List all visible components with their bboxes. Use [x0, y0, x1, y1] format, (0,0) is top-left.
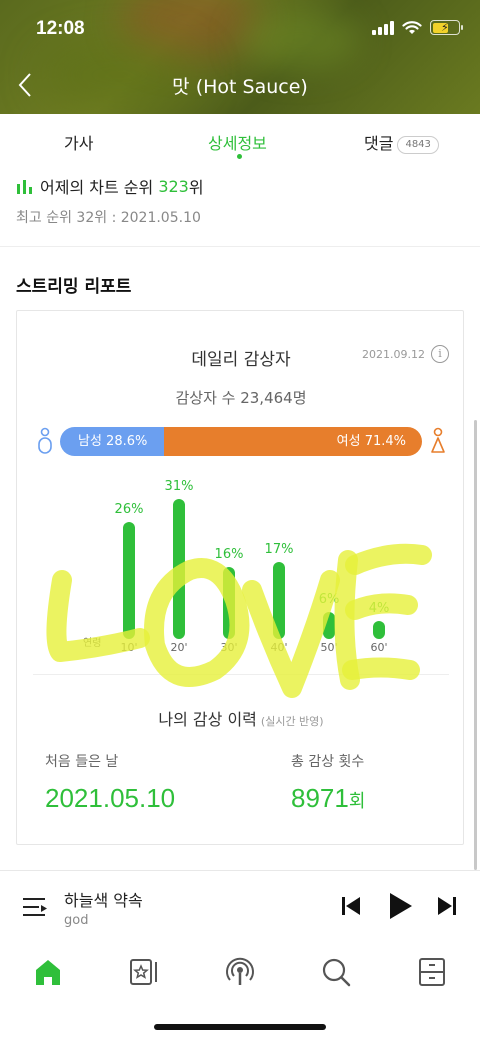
battery-icon: ⚡ [430, 20, 463, 35]
age-bar [173, 499, 185, 639]
age-pct-label: 6% [318, 591, 340, 607]
male-icon [38, 427, 52, 454]
chart-rank-label: 어제의 차트 순위 [40, 178, 154, 197]
tab-bar: 가사 상세정보 댓글 4843 [0, 114, 480, 166]
age-axis-label: 연령 [83, 638, 102, 649]
male-segment: 남성 28.6% [60, 427, 164, 456]
age-group-label: 40' [270, 641, 288, 654]
age-bar [373, 620, 385, 639]
wifi-icon [402, 20, 422, 34]
age-group-label: 60' [370, 641, 388, 654]
divider [0, 246, 480, 247]
playlist-icon[interactable] [22, 895, 48, 919]
search-icon[interactable] [318, 954, 354, 990]
play-icon[interactable] [386, 891, 414, 921]
status-time: 12:08 [36, 18, 85, 39]
mini-player[interactable]: 하늘색 약속 god [0, 870, 480, 942]
home-indicator [154, 1024, 326, 1030]
listener-count: 감상자 수 23,464명 [175, 389, 307, 407]
chart-rank-suffix: 위 [188, 178, 204, 197]
report-date: 2021.09.12 [362, 348, 425, 361]
page-title: 맛 (Hot Sauce) [172, 76, 308, 98]
library-icon[interactable] [126, 954, 162, 990]
history-title: 나의 감상 이력 (실시간 반영) [17, 706, 465, 730]
section-title: 스트리밍 리포트 [16, 277, 132, 297]
info-icon[interactable]: i [431, 345, 449, 363]
total-count-value: 8971회 [291, 783, 365, 814]
tab-comments[interactable]: 댓글 4843 [364, 130, 439, 154]
first-listen-label: 처음 들은 날 [45, 754, 119, 770]
age-group-label: 30' [220, 641, 238, 654]
tab-label: 댓글 [364, 134, 394, 153]
status-bar: 12:08 ⚡ [0, 0, 480, 58]
tab-label: 상세정보 [208, 134, 267, 153]
chart-rank-value: 323 [158, 176, 189, 196]
female-icon [431, 427, 445, 453]
tab-label: 가사 [64, 134, 94, 153]
storage-icon[interactable] [414, 954, 450, 990]
previous-icon[interactable] [340, 895, 362, 917]
gender-bar: 남성 28.6% 여성 71.4% [60, 427, 422, 456]
player-track-title: 하늘색 약속 [64, 891, 143, 910]
age-bar [323, 611, 335, 639]
age-bar-chart: 연령 26% 10' 31% 20' 16% 30' 17% 40' 6% 50' 4% 60' [17, 471, 465, 671]
age-group-label: 50' [320, 641, 338, 654]
age-pct-label: 17% [264, 542, 294, 558]
streaming-report-card: 데일리 감상자 2021.09.12 i 감상자 수 23,464명 남성 28… [16, 310, 464, 845]
female-segment: 여성 71.4% [163, 427, 422, 456]
active-tab-indicator [237, 154, 242, 159]
total-count-number: 8971 [291, 783, 349, 813]
divider [33, 674, 449, 675]
total-count-label: 총 감상 횟수 [291, 754, 365, 770]
age-bar [223, 566, 235, 639]
best-rank: 최고 순위 32위 : 2021.05.10 [16, 210, 201, 226]
age-pct-label: 4% [368, 600, 390, 616]
history-subtitle: (실시간 반영) [260, 715, 324, 728]
home-icon[interactable] [30, 954, 66, 990]
age-bar [123, 521, 135, 639]
next-icon[interactable] [436, 895, 458, 917]
bottom-navigation [0, 942, 480, 1039]
cellular-signal-icon [372, 20, 394, 35]
podcast-icon[interactable] [222, 954, 258, 990]
tab-lyrics[interactable]: 가사 [64, 130, 93, 154]
age-group-label: 20' [170, 641, 188, 654]
age-pct-label: 31% [164, 479, 194, 494]
gender-ratio: 남성 28.6% 여성 71.4% [17, 425, 465, 457]
history-title-text: 나의 감상 이력 [158, 710, 257, 729]
comment-count-badge: 4843 [397, 136, 439, 154]
header: 12:08 ⚡ 맛 (Hot Sauce) [0, 0, 480, 114]
first-listen-value: 2021.05.10 [45, 783, 176, 813]
status-icons: ⚡ [372, 20, 463, 35]
bar-chart-icon [17, 180, 32, 194]
chart-rank-row: 어제의 차트 순위 323 위 [16, 174, 204, 198]
age-pct-label: 26% [114, 501, 144, 517]
age-pct-label: 16% [214, 546, 244, 562]
tab-details[interactable]: 상세정보 [208, 130, 267, 154]
age-bar [273, 562, 285, 639]
total-count-unit: 회 [348, 791, 366, 811]
age-group-label: 10' [120, 641, 138, 654]
scrollbar[interactable] [474, 420, 477, 870]
player-artist: god [64, 913, 89, 928]
